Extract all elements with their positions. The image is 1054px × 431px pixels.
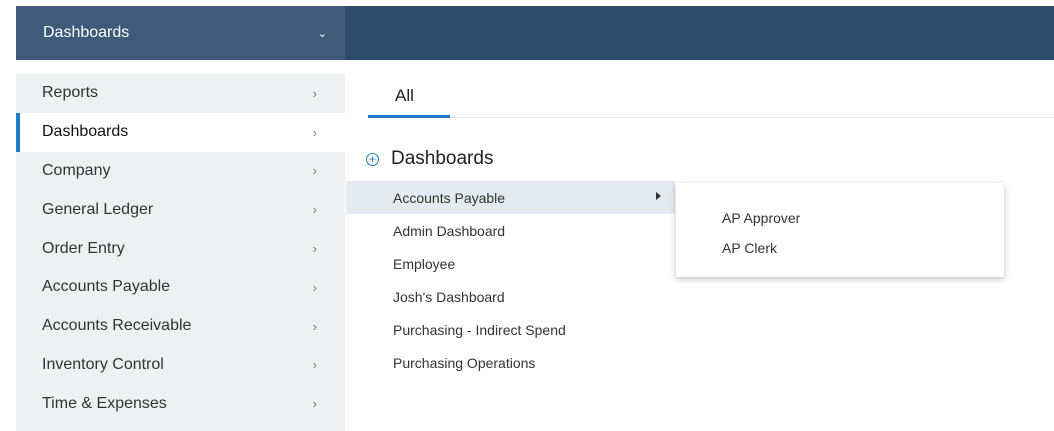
sidebar-item-label: Accounts Payable <box>42 278 171 296</box>
sidebar-item-inventory-control[interactable]: Inventory Control › <box>16 346 345 385</box>
sidebar-item-accounts-receivable[interactable]: Accounts Receivable › <box>16 307 345 346</box>
dashboard-item-label: Admin Dashboard <box>393 222 506 239</box>
chevron-right-icon: › <box>312 279 317 295</box>
accounts-payable-submenu: AP Approver AP Clerk <box>676 183 1004 277</box>
chevron-right-icon: › <box>312 124 317 140</box>
plus-circle-icon[interactable]: + <box>366 152 379 166</box>
sidebar-item-label: Company <box>42 161 111 179</box>
sidebar-item-label: Accounts Receivable <box>42 317 192 335</box>
sidebar-item-order-entry[interactable]: Order Entry › <box>16 229 345 268</box>
sidebar-item-company[interactable]: Company › <box>16 152 345 191</box>
dashboard-item-label: Employee <box>393 255 456 272</box>
chevron-right-icon: › <box>312 357 317 373</box>
dashboard-item-label: Accounts Payable <box>393 189 506 206</box>
sidebar: Reports › Dashboards › Company › General… <box>16 74 345 431</box>
section-title: Dashboards <box>391 148 494 169</box>
chevron-right-icon: › <box>312 241 317 257</box>
tab-all[interactable]: All <box>368 76 450 118</box>
top-bar: Dashboards ⌄ <box>16 6 1054 60</box>
sidebar-item-label: Order Entry <box>42 239 125 257</box>
sidebar-item-accounts-payable[interactable]: Accounts Payable › <box>16 268 345 307</box>
submenu-item-ap-clerk[interactable]: AP Clerk <box>676 233 1004 263</box>
sidebar-item-label: Inventory Control <box>42 355 164 373</box>
sidebar-item-reports[interactable]: Reports › <box>16 74 345 113</box>
dashboard-item-label: Purchasing - Indirect Spend <box>393 321 566 338</box>
sidebar-item-time-expenses[interactable]: Time & Expenses › <box>16 384 345 423</box>
dashboard-item-label: Josh's Dashboard <box>393 288 505 305</box>
chevron-right-icon: › <box>312 202 317 218</box>
chevron-right-icon: › <box>312 85 317 101</box>
dashboards-menu-label: Dashboards <box>43 24 130 41</box>
submenu-item-ap-approver[interactable]: AP Approver <box>676 203 1004 233</box>
tab-divider <box>450 117 1054 118</box>
dashboard-item-admin-dashboard[interactable]: Admin Dashboard <box>346 214 675 247</box>
sidebar-item-label: Dashboards <box>42 123 129 141</box>
dashboard-item-joshs-dashboard[interactable]: Josh's Dashboard <box>346 280 675 313</box>
chevron-right-icon: › <box>312 318 317 334</box>
sidebar-item-label: Time & Expenses <box>42 394 167 412</box>
sidebar-item-general-ledger[interactable]: General Ledger › <box>16 190 345 229</box>
dashboard-item-employee[interactable]: Employee <box>346 247 675 280</box>
chevron-right-icon: › <box>312 396 317 412</box>
section-header: + Dashboards <box>366 147 493 171</box>
dashboard-item-label: Purchasing Operations <box>393 354 536 371</box>
dashboard-item-accounts-payable[interactable]: Accounts Payable <box>346 181 675 214</box>
sidebar-item-label: General Ledger <box>42 200 154 218</box>
chevron-down-icon: ⌄ <box>317 27 327 40</box>
sidebar-item-label: Reports <box>42 84 99 102</box>
dashboard-item-purchasing-operations[interactable]: Purchasing Operations <box>346 346 675 379</box>
dashboard-item-purchasing-indirect-spend[interactable]: Purchasing - Indirect Spend <box>346 313 675 346</box>
dashboard-list: Accounts Payable Admin Dashboard Employe… <box>346 181 675 379</box>
dashboards-menu-button[interactable]: Dashboards ⌄ <box>16 6 345 60</box>
caret-right-icon <box>656 192 661 200</box>
sidebar-item-dashboards[interactable]: Dashboards › <box>16 112 345 152</box>
chevron-right-icon: › <box>312 163 317 179</box>
